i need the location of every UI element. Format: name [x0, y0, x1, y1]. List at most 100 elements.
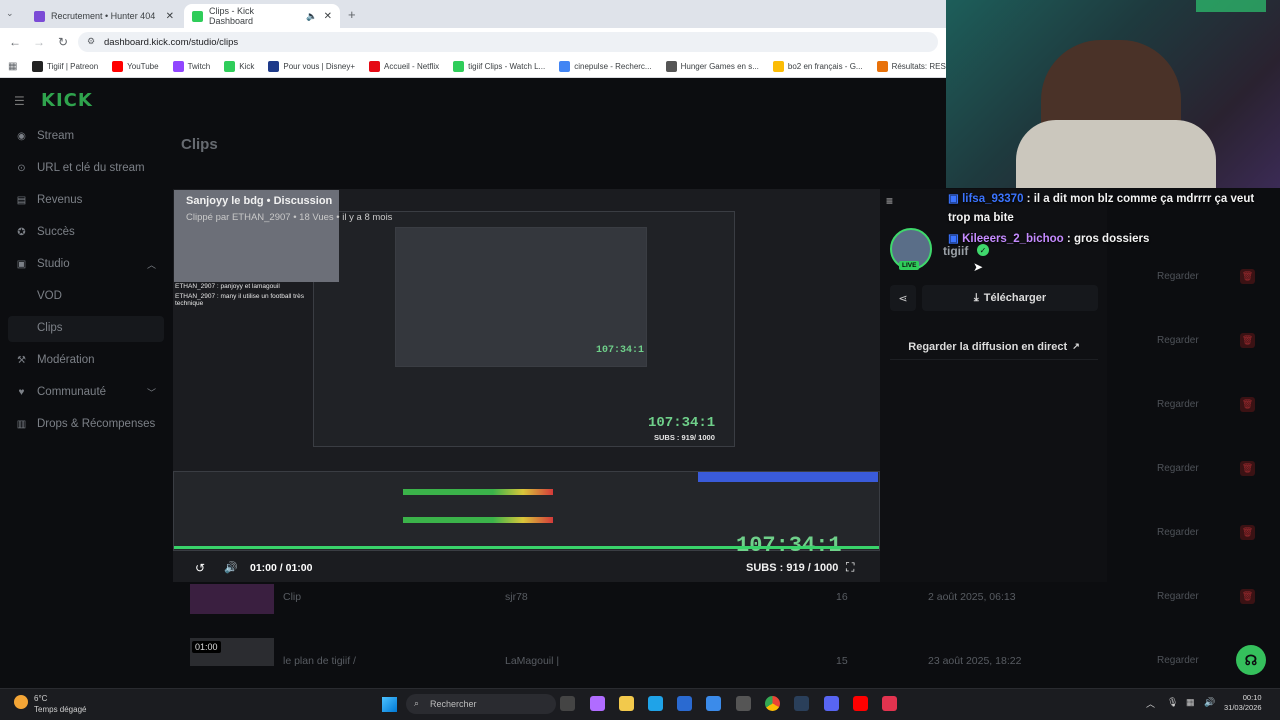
sidebar-item-community[interactable]: ♥ Communauté ﹀	[16, 378, 156, 406]
bookmark-label: YouTube	[127, 62, 159, 71]
taskbar-search[interactable]: ⌕ Rechercher	[406, 694, 556, 714]
task-view-icon[interactable]	[560, 696, 575, 711]
sidebar-item-revenue[interactable]: ▤ Revenus	[16, 186, 83, 214]
bookmark-label: Twitch	[187, 62, 211, 71]
sidebar-item-stream-url[interactable]: ⊙ URL et clé du stream	[16, 154, 144, 182]
windows-start-icon[interactable]	[382, 697, 397, 712]
volume-icon[interactable]: 🔊	[224, 561, 238, 574]
bookmark-bo2[interactable]: bo2 en français - G...	[772, 61, 863, 72]
video-timer-medium: 107:34:1	[648, 415, 716, 431]
sidebar-item-stream[interactable]: ◉ Stream	[16, 122, 74, 150]
watch-button[interactable]: Regarder	[1157, 527, 1199, 538]
tab-recrutement[interactable]: Recrutement • Hunter 404 ✕	[26, 4, 182, 28]
clip-title-cell[interactable]: le plan de tigiif /	[283, 655, 356, 667]
clip-author-cell: sjr78	[505, 591, 528, 603]
new-tab-icon[interactable]: +	[348, 7, 356, 22]
steam-icon[interactable]	[794, 696, 809, 711]
watch-button[interactable]: Regarder	[1157, 335, 1199, 346]
edge-icon[interactable]	[648, 696, 663, 711]
url-input[interactable]: ⚙ dashboard.kick.com/studio/clips	[78, 32, 938, 52]
watch-live-label: Regarder la diffusion en direct	[908, 340, 1068, 353]
tab-clips-kick[interactable]: Clips - Kick Dashboard 🔈 ✕	[184, 4, 340, 28]
tab-label: Recrutement • Hunter 404	[51, 11, 156, 21]
delete-icon[interactable]: 🗑	[1240, 397, 1255, 412]
speaker-icon[interactable]: 🔈	[306, 11, 317, 22]
back-icon[interactable]: ←	[6, 33, 24, 51]
reload-icon[interactable]: ↻	[54, 33, 72, 51]
download-button[interactable]: ⤓ Télécharger	[922, 285, 1098, 311]
sidebar-item-achievements[interactable]: ✪ Succès	[16, 218, 74, 246]
delete-icon[interactable]: 🗑	[1240, 269, 1255, 284]
clip-thumbnail[interactable]	[190, 584, 274, 614]
bookmark-netflix[interactable]: Accueil - Netflix	[369, 61, 439, 72]
app-icon[interactable]	[706, 696, 721, 711]
weather-text: Temps dégagé	[34, 705, 87, 714]
bookmark-youtube[interactable]: YouTube	[112, 61, 159, 72]
microphone-icon[interactable]: 🎙	[1167, 697, 1178, 708]
video-timecode: 01:00 / 01:00	[250, 562, 313, 574]
store-icon[interactable]	[677, 696, 692, 711]
fullscreen-icon[interactable]: ⛶	[846, 560, 854, 575]
delete-icon[interactable]: 🗑	[1240, 525, 1255, 540]
bookmark-patreon[interactable]: Tigiif | Patreon	[32, 61, 98, 72]
watch-button[interactable]: Regarder	[1157, 271, 1199, 282]
github-icon[interactable]	[736, 696, 751, 711]
watch-button[interactable]: Regarder	[1157, 463, 1199, 474]
neon-sign	[1196, 0, 1266, 12]
stream-icon: ◉	[17, 130, 26, 142]
bookmark-hunger-games[interactable]: Hunger Games en s...	[665, 61, 759, 72]
tray-chevron-icon[interactable]: ︿	[1146, 697, 1155, 710]
bookmark-kick[interactable]: Kick	[224, 61, 254, 72]
mouse-cursor-icon: ➤	[973, 260, 984, 274]
sidebar-item-vod[interactable]: VOD	[37, 282, 62, 310]
copilot-icon[interactable]	[590, 696, 605, 711]
sidebar-item-studio[interactable]: ▣ Studio ︿	[16, 250, 156, 278]
forward-icon[interactable]: →	[30, 33, 48, 51]
replay-icon[interactable]: ↺	[195, 561, 205, 575]
weather-icon[interactable]	[14, 695, 28, 709]
chrome-icon[interactable]	[765, 696, 780, 711]
collapse-panel-icon[interactable]: ≡	[886, 194, 893, 208]
bookmark-disney[interactable]: Pour vous | Disney+	[268, 61, 355, 72]
share-icon: ⋖	[898, 292, 908, 305]
discord-icon[interactable]	[824, 696, 839, 711]
bookmark-twitch[interactable]: Twitch	[172, 61, 211, 72]
weather-widget[interactable]: 6°C Temps dégagé	[34, 693, 86, 715]
site-info-icon[interactable]: ⚙	[87, 36, 95, 47]
sidebar-item-moderation[interactable]: ⚒ Modération	[16, 346, 95, 374]
share-button[interactable]: ⋖	[890, 285, 916, 311]
delete-icon[interactable]: 🗑	[1240, 461, 1255, 476]
support-button[interactable]: ☊	[1236, 645, 1266, 675]
chat-text: : gros dossiers	[1063, 233, 1150, 245]
bookmark-cinepulse[interactable]: cinepulse - Recherc...	[559, 61, 652, 72]
delete-icon[interactable]: 🗑	[1240, 589, 1255, 604]
kick-logo[interactable]: KICK	[41, 90, 93, 111]
sidebar-item-drops[interactable]: ▥ Drops & Récompenses	[16, 410, 155, 438]
watch-button[interactable]: Regarder	[1157, 399, 1199, 410]
watch-button[interactable]: Regarder	[1157, 655, 1199, 666]
file-explorer-icon[interactable]	[619, 696, 634, 711]
network-icon[interactable]: ▦	[1186, 697, 1195, 708]
youtube-app-icon[interactable]	[853, 696, 868, 711]
apps-grid-icon[interactable]: ▦	[8, 61, 17, 72]
sound-icon[interactable]: 🔊	[1204, 697, 1215, 708]
watch-button[interactable]: Regarder	[1157, 591, 1199, 602]
sidebar-item-label: Clips	[37, 322, 63, 334]
video-progress-bar[interactable]	[174, 546, 879, 549]
menu-icon[interactable]: ☰	[14, 94, 25, 108]
bookmark-resident[interactable]: Résultats: RESIDENT	[876, 61, 946, 72]
clip-title-cell[interactable]: Clip	[283, 591, 301, 603]
bookmark-label: tigiif Clips - Watch L...	[468, 62, 546, 71]
tiktok-icon[interactable]	[882, 696, 897, 711]
close-tab-icon[interactable]: ✕	[324, 11, 332, 22]
bookmark-label: Pour vous | Disney+	[283, 62, 356, 71]
bookmark-tigiif-clips[interactable]: tigiif Clips - Watch L...	[453, 61, 545, 72]
taskbar-clock[interactable]: 00:10 31/03/2026	[1224, 693, 1262, 713]
close-tab-icon[interactable]: ✕	[166, 11, 174, 22]
sidebar-item-clips[interactable]: Clips	[37, 314, 63, 342]
sidebar-active-highlight	[8, 316, 164, 342]
watch-live-button[interactable]: Regarder la diffusion en direct ↗	[890, 334, 1098, 360]
video-chat-line: ETHAN_2907 : panjoyy et lamagouil	[175, 283, 280, 290]
tab-list-chevron-icon[interactable]: ⌄	[6, 8, 14, 19]
delete-icon[interactable]: 🗑	[1240, 333, 1255, 348]
